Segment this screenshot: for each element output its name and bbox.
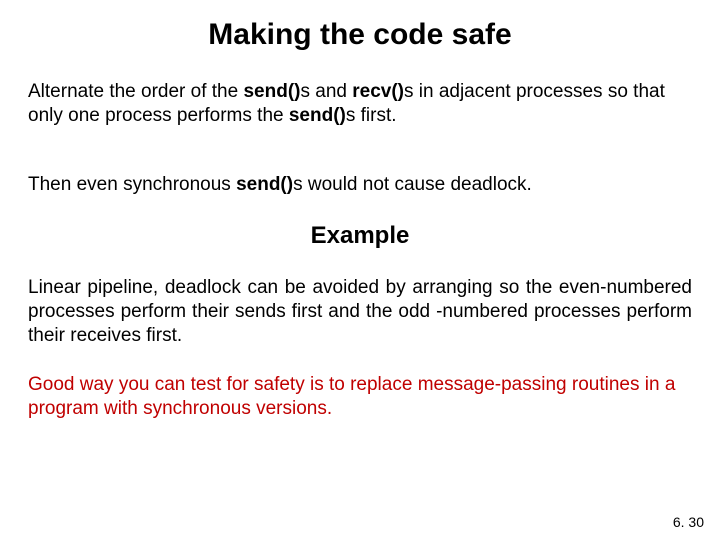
code-recv: recv() bbox=[352, 81, 404, 102]
text: s and bbox=[300, 81, 352, 102]
slide-number: 6. 30 bbox=[673, 514, 704, 530]
text: Then even synchronous bbox=[28, 174, 236, 195]
subheading-example: Example bbox=[28, 221, 692, 252]
paragraph-1: Alternate the order of the send()s and r… bbox=[28, 80, 692, 129]
text: s first. bbox=[346, 105, 397, 126]
text: s would not cause deadlock. bbox=[293, 174, 532, 195]
slide-title: Making the code safe bbox=[28, 18, 692, 52]
code-send: send() bbox=[236, 174, 293, 195]
code-send: send() bbox=[243, 81, 300, 102]
text: Alternate the order of the bbox=[28, 81, 243, 102]
slide: Making the code safe Alternate the order… bbox=[0, 0, 720, 540]
slide-body: Alternate the order of the send()s and r… bbox=[28, 80, 692, 421]
code-send: send() bbox=[289, 105, 346, 126]
paragraph-4-highlight: Good way you can test for safety is to r… bbox=[28, 373, 692, 422]
paragraph-3: Linear pipeline, deadlock can be avoided… bbox=[28, 276, 692, 349]
paragraph-2: Then even synchronous send()s would not … bbox=[28, 173, 692, 197]
